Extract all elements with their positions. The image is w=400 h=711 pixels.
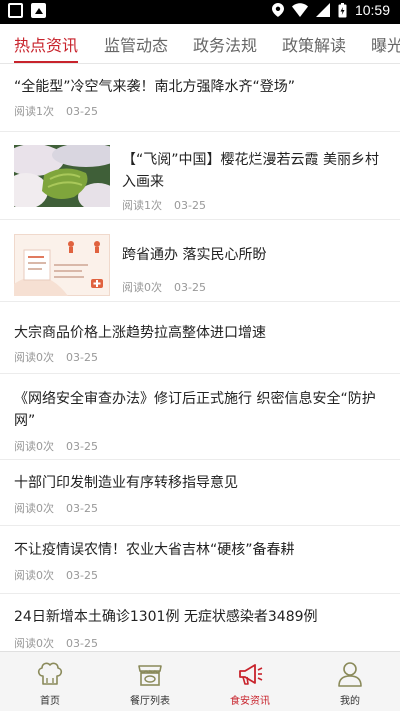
news-date: 03-25 (174, 281, 206, 294)
news-date: 03-25 (66, 569, 98, 582)
chef-hat-icon (37, 662, 63, 685)
image-notification-icon (31, 3, 46, 18)
news-date: 03-25 (66, 440, 98, 453)
read-count: 阅读0次 (122, 281, 162, 294)
news-title: 大宗商品价格上涨趋势拉高整体进口增速 (14, 325, 266, 341)
news-title: 《网络安全审查办法》修订后正式施行 织密信息安全“防护网” (14, 391, 376, 429)
location-icon (271, 3, 284, 17)
bottom-nav: 首页 餐厅列表 食安资讯 我的 (0, 651, 400, 711)
tab-exposure[interactable]: 曝光 (371, 32, 400, 56)
news-date: 03-25 (66, 502, 98, 515)
nav-profile[interactable]: 我的 (300, 652, 400, 711)
read-count: 阅读1次 (14, 105, 54, 118)
news-meta: 阅读0次 03-25 (14, 500, 98, 516)
battery-icon (338, 2, 347, 17)
news-meta: 阅读0次 03-25 (14, 349, 98, 365)
news-item[interactable]: “全能型”冷空气来袭！南北方强降水齐“登场” 阅读1次 03-25 (0, 64, 400, 132)
read-count: 阅读0次 (14, 569, 54, 582)
news-title: 24日新增本土确诊1301例 无症状感染者3489例 (14, 609, 318, 625)
news-item[interactable]: 《网络安全审查办法》修订后正式施行 织密信息安全“防护网” 阅读0次 03-25 (0, 374, 400, 460)
news-meta: 阅读0次 03-25 (122, 279, 206, 295)
tab-supervision[interactable]: 监管动态 (104, 32, 168, 56)
news-item[interactable]: 24日新增本土确诊1301例 无症状感染者3489例 阅读0次 03-25 (0, 594, 400, 651)
cherry-blossom-thumbnail (14, 145, 110, 207)
news-item[interactable]: 大宗商品价格上涨趋势拉高整体进口增速 阅读0次 03-25 (0, 302, 400, 374)
megaphone-icon (239, 664, 263, 685)
nav-label: 餐厅列表 (130, 696, 170, 707)
person-icon (338, 662, 362, 687)
news-date: 03-25 (174, 199, 206, 212)
read-count: 阅读0次 (14, 440, 54, 453)
news-meta: 阅读0次 03-25 (14, 567, 98, 583)
news-title: 跨省通办 落实民心所盼 (122, 247, 267, 263)
service-guide-thumbnail (14, 234, 110, 296)
read-count: 阅读1次 (122, 199, 162, 212)
clock: 10:59 (354, 2, 390, 18)
news-title: “全能型”冷空气来袭！南北方强降水齐“登场” (14, 79, 296, 95)
notification-icon (8, 3, 23, 18)
news-title: 十部门印发制造业有序转移指导意见 (14, 475, 238, 491)
nav-home[interactable]: 首页 (0, 652, 100, 711)
tab-hot-news[interactable]: 热点资讯 (14, 32, 78, 56)
tab-policy[interactable]: 政策解读 (282, 32, 346, 56)
nav-label: 我的 (340, 696, 360, 707)
news-item[interactable]: 跨省通办 落实民心所盼 阅读0次 03-25 (0, 220, 400, 302)
tab-regulations[interactable]: 政务法规 (193, 32, 257, 56)
signal-icon (315, 3, 330, 17)
news-meta: 阅读0次 03-25 (14, 635, 98, 651)
news-item[interactable]: 十部门印发制造业有序转移指导意见 阅读0次 03-25 (0, 460, 400, 526)
read-count: 阅读0次 (14, 637, 54, 650)
news-meta: 阅读1次 03-25 (122, 197, 206, 213)
nav-label: 首页 (40, 696, 60, 707)
news-date: 03-25 (66, 105, 98, 118)
news-item[interactable]: 不让疫情误农情！农业大省吉林“硬核”备春耕 阅读0次 03-25 (0, 526, 400, 594)
news-item[interactable]: 【“飞阅”中国】樱花烂漫若云霞 美丽乡村入画来 阅读1次 03-25 (0, 132, 400, 220)
restaurant-icon (138, 665, 162, 686)
nav-restaurants[interactable]: 餐厅列表 (100, 652, 200, 711)
wifi-icon (291, 3, 308, 17)
nav-label: 食安资讯 (230, 696, 270, 707)
news-date: 03-25 (66, 351, 98, 364)
news-meta: 阅读1次 03-25 (14, 103, 98, 119)
status-bar: 10:59 (0, 0, 400, 24)
news-title: 不让疫情误农情！农业大省吉林“硬核”备春耕 (14, 542, 295, 558)
read-count: 阅读0次 (14, 502, 54, 515)
nav-food-safety-news[interactable]: 食安资讯 (200, 652, 300, 711)
category-tabs: 热点资讯 监管动态 政务法规 政策解读 曝光 (0, 24, 400, 64)
news-date: 03-25 (66, 637, 98, 650)
news-title: 【“飞阅”中国】樱花烂漫若云霞 美丽乡村入画来 (122, 152, 379, 190)
news-meta: 阅读0次 03-25 (14, 438, 98, 454)
read-count: 阅读0次 (14, 351, 54, 364)
